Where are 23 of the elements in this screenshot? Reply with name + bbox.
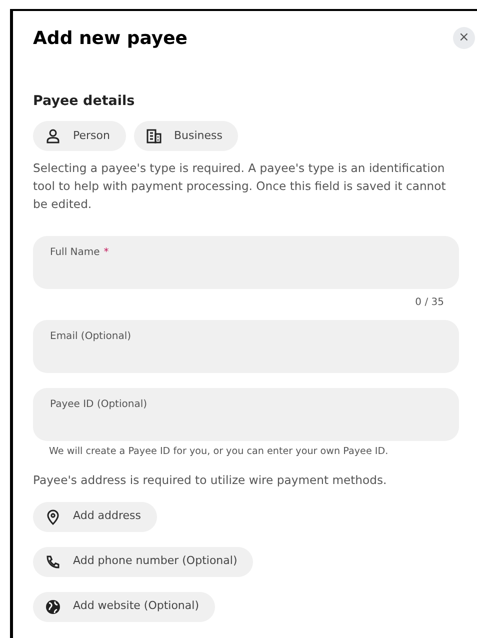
person-icon	[45, 128, 61, 144]
payee-type-option[interactable]: Person	[33, 121, 126, 152]
type-note: Selecting a payee's type is required. A payee's type is an identification tool to help with payment processing. Once this field is saved it cannot be edited.	[33, 160, 447, 214]
dialog-title: Add new payee	[33, 27, 188, 51]
add-detail-button[interactable]: Add phone number (Optional)	[33, 546, 254, 577]
field-label: Full Name *	[50, 246, 110, 260]
field-label: Email (Optional)	[50, 330, 132, 344]
close-button[interactable]: ×	[453, 27, 475, 49]
input-field[interactable]: Email (Optional)	[33, 320, 459, 374]
location-pin-icon	[45, 508, 61, 525]
globe-icon	[45, 598, 61, 615]
add-detail-button[interactable]: Add website (Optional)	[33, 592, 215, 622]
section-heading: Payee details	[33, 92, 136, 111]
field-label: Payee ID (Optional)	[50, 398, 148, 412]
input-field[interactable]: Full Name *	[33, 236, 459, 290]
help-text: We will create a Payee ID for you, or you can enter your own Payee ID.	[49, 445, 390, 460]
address-note: Payee's address is required to utilize wire payment methods.	[33, 472, 388, 489]
building-icon	[146, 128, 162, 144]
phone-icon	[45, 554, 61, 570]
add-detail-button[interactable]: Add address	[33, 502, 158, 532]
input-field[interactable]: Payee ID (Optional)	[33, 388, 459, 442]
character-counter: 0 / 35	[414, 296, 444, 310]
payee-type-option[interactable]: Business	[134, 121, 238, 152]
